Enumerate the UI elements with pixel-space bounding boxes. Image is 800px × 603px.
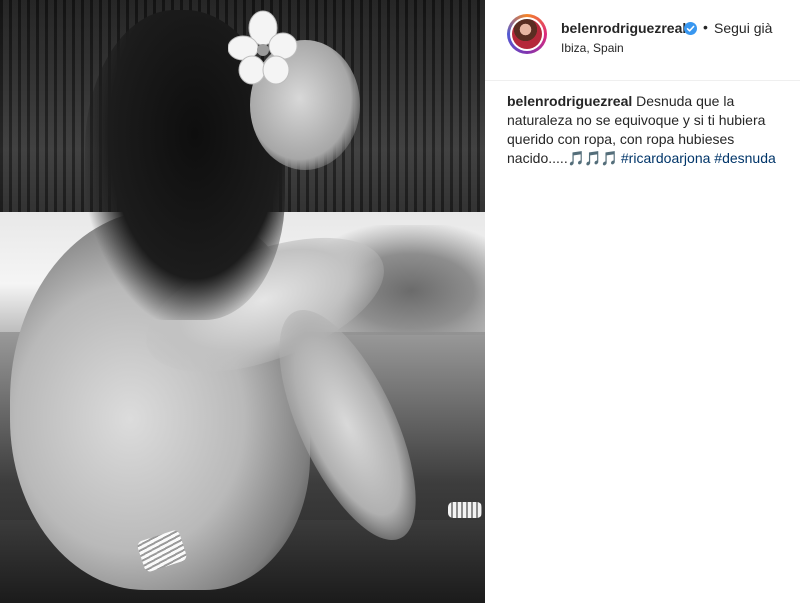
verified-badge-icon	[684, 22, 697, 35]
avatar-image	[512, 19, 542, 49]
hashtag-ricardoarjona[interactable]: #ricardoarjona	[621, 150, 711, 166]
post-header: belenrodriguezreal • Segui già Ibiza, Sp…	[485, 0, 800, 81]
post-photo[interactable]	[0, 0, 485, 603]
caption-username[interactable]: belenrodriguezreal	[507, 93, 632, 109]
separator-dot: •	[703, 19, 708, 35]
avatar[interactable]	[507, 14, 547, 54]
hashtag-desnuda[interactable]: #desnuda	[714, 150, 776, 166]
following-button[interactable]: Segui già	[714, 20, 772, 36]
post-side-panel: belenrodriguezreal • Segui già Ibiza, Sp…	[485, 0, 800, 603]
music-notes-emoji: 🎵🎵🎵	[567, 150, 618, 166]
hibiscus-flower-icon	[228, 10, 298, 85]
post-location[interactable]: Ibiza, Spain	[561, 41, 624, 55]
post-caption: belenrodriguezreal Desnuda que la natura…	[507, 92, 787, 168]
anklet	[448, 502, 482, 518]
post-username[interactable]: belenrodriguezreal	[561, 20, 686, 36]
